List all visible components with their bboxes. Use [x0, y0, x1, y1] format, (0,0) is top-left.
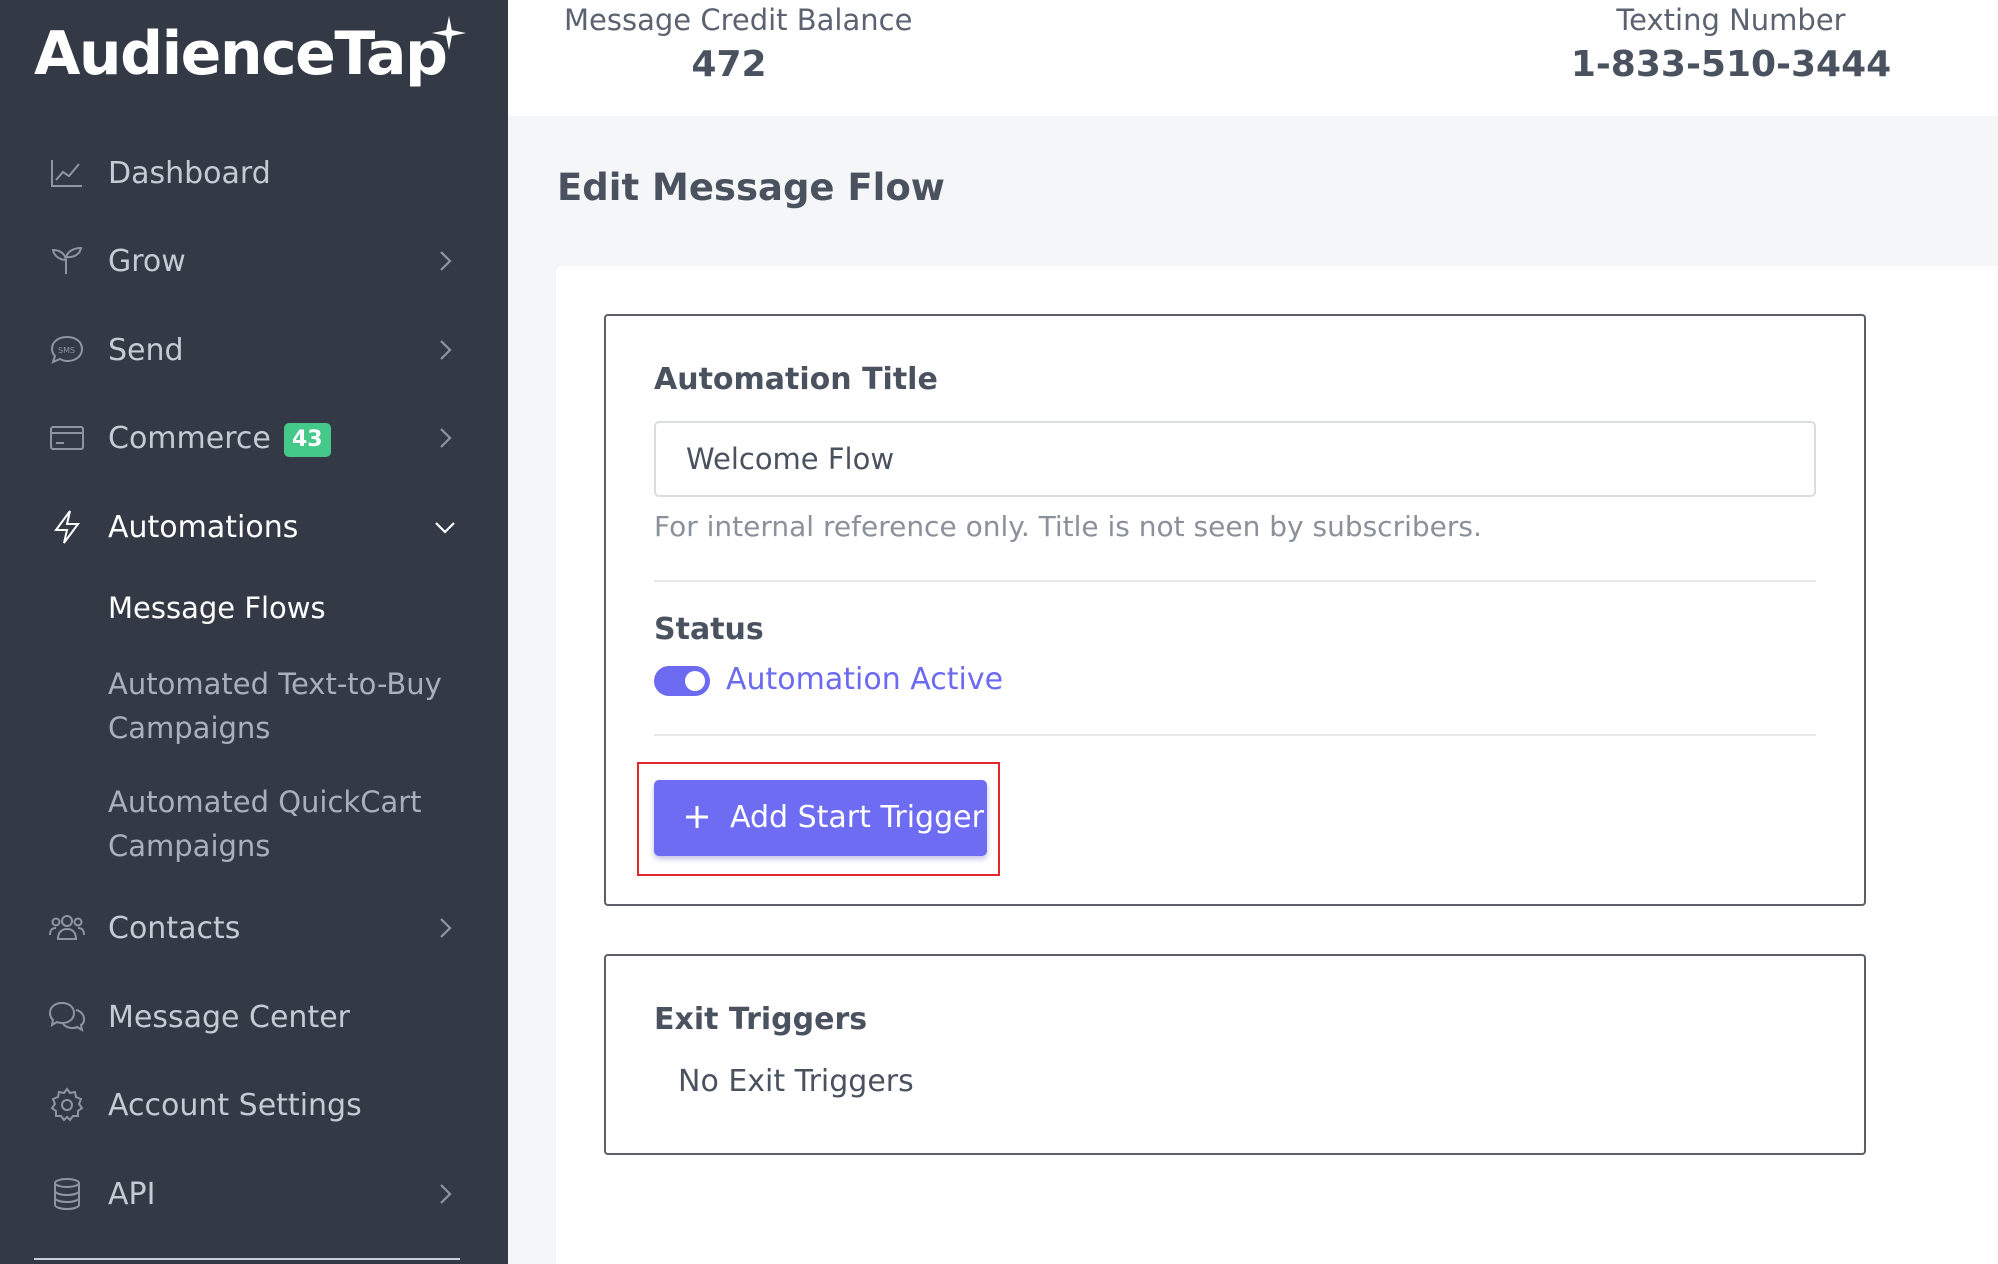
sidebar-item-account-settings[interactable]: Account Settings: [0, 1075, 508, 1135]
chevron-down-icon: [435, 522, 455, 534]
chevron-right-icon: [440, 428, 452, 448]
chevron-right-icon: [440, 251, 452, 271]
lightning-icon: [48, 508, 86, 546]
sidebar-subitem-text-to-buy[interactable]: Automated Text-to-Buy Campaigns: [108, 662, 468, 750]
users-icon: [48, 909, 86, 947]
svg-text:SMS: SMS: [58, 346, 75, 355]
status-label: Status: [654, 612, 764, 647]
sidebar-divider: [34, 1258, 460, 1260]
sidebar-item-label: Contacts: [108, 910, 241, 946]
brand-logo[interactable]: AudienceTap: [34, 14, 467, 94]
sidebar-item-label: Dashboard: [108, 155, 271, 191]
gear-icon: [48, 1086, 86, 1124]
chat-bubbles-icon: [48, 998, 86, 1036]
credit-balance: Message Credit Balance 472: [564, 0, 913, 90]
divider: [654, 580, 1816, 582]
sidebar-item-send[interactable]: SMS Send: [0, 320, 508, 380]
sidebar-item-label: Commerce: [108, 420, 271, 456]
status-text: Automation Active: [726, 662, 1004, 697]
chevron-right-icon: [440, 1184, 452, 1204]
automation-title-label: Automation Title: [654, 362, 938, 397]
sidebar-item-label: API: [108, 1176, 156, 1212]
credit-balance-label: Message Credit Balance: [564, 3, 913, 37]
sidebar-item-api[interactable]: API: [0, 1164, 508, 1224]
sidebar-item-message-center[interactable]: Message Center: [0, 987, 508, 1047]
brand-logo-text: AudienceTap: [34, 19, 448, 89]
exit-triggers-label: Exit Triggers: [654, 1002, 868, 1037]
plus-icon: [686, 806, 708, 828]
exit-triggers-empty: No Exit Triggers: [678, 1064, 914, 1099]
chart-line-icon: [48, 154, 86, 192]
sms-bubble-icon: SMS: [48, 331, 86, 369]
sidebar-item-commerce[interactable]: Commerce 43: [0, 408, 508, 468]
sparkle-icon: [432, 15, 467, 51]
top-bar: Message Credit Balance 472 Texting Numbe…: [508, 0, 1998, 116]
add-start-trigger-button[interactable]: Add Start Trigger: [654, 780, 987, 856]
sidebar-item-label: Message Center: [108, 999, 350, 1035]
status-toggle[interactable]: [654, 666, 710, 696]
texting-number-value: 1-833-510-3444: [1570, 44, 1892, 85]
sidebar: AudienceTap Dashboard Grow SMS Send Comm…: [0, 0, 508, 1264]
sidebar-item-label: Send: [108, 332, 184, 368]
sprout-icon: [48, 242, 86, 280]
add-start-trigger-label: Add Start Trigger: [730, 800, 984, 835]
toggle-knob: [685, 671, 705, 691]
credit-card-icon: [48, 419, 86, 457]
automation-title-help: For internal reference only. Title is no…: [654, 510, 1482, 543]
sidebar-item-contacts[interactable]: Contacts: [0, 898, 508, 958]
database-icon: [48, 1175, 86, 1213]
automation-title-input[interactable]: [654, 421, 1816, 497]
credit-balance-value: 472: [691, 44, 767, 85]
sidebar-subitem-quickcart[interactable]: Automated QuickCart Campaigns: [108, 780, 468, 868]
exit-triggers-panel: [604, 954, 1866, 1155]
divider: [654, 734, 1816, 736]
commerce-count-badge: 43: [284, 423, 331, 457]
sidebar-item-automations[interactable]: Automations: [0, 497, 508, 557]
chevron-right-icon: [440, 918, 452, 938]
page-title: Edit Message Flow: [557, 166, 945, 209]
sidebar-item-label: Grow: [108, 243, 186, 279]
texting-number: Texting Number 1-833-510-3444: [1566, 0, 1896, 90]
chevron-right-icon: [440, 340, 452, 360]
sidebar-item-label: Account Settings: [108, 1087, 362, 1123]
sidebar-item-dashboard[interactable]: Dashboard: [0, 143, 508, 203]
sidebar-item-grow[interactable]: Grow: [0, 231, 508, 291]
texting-number-label: Texting Number: [1616, 3, 1846, 37]
sidebar-subitem-message-flows[interactable]: Message Flows: [108, 586, 468, 630]
sidebar-item-label: Automations: [108, 509, 299, 545]
